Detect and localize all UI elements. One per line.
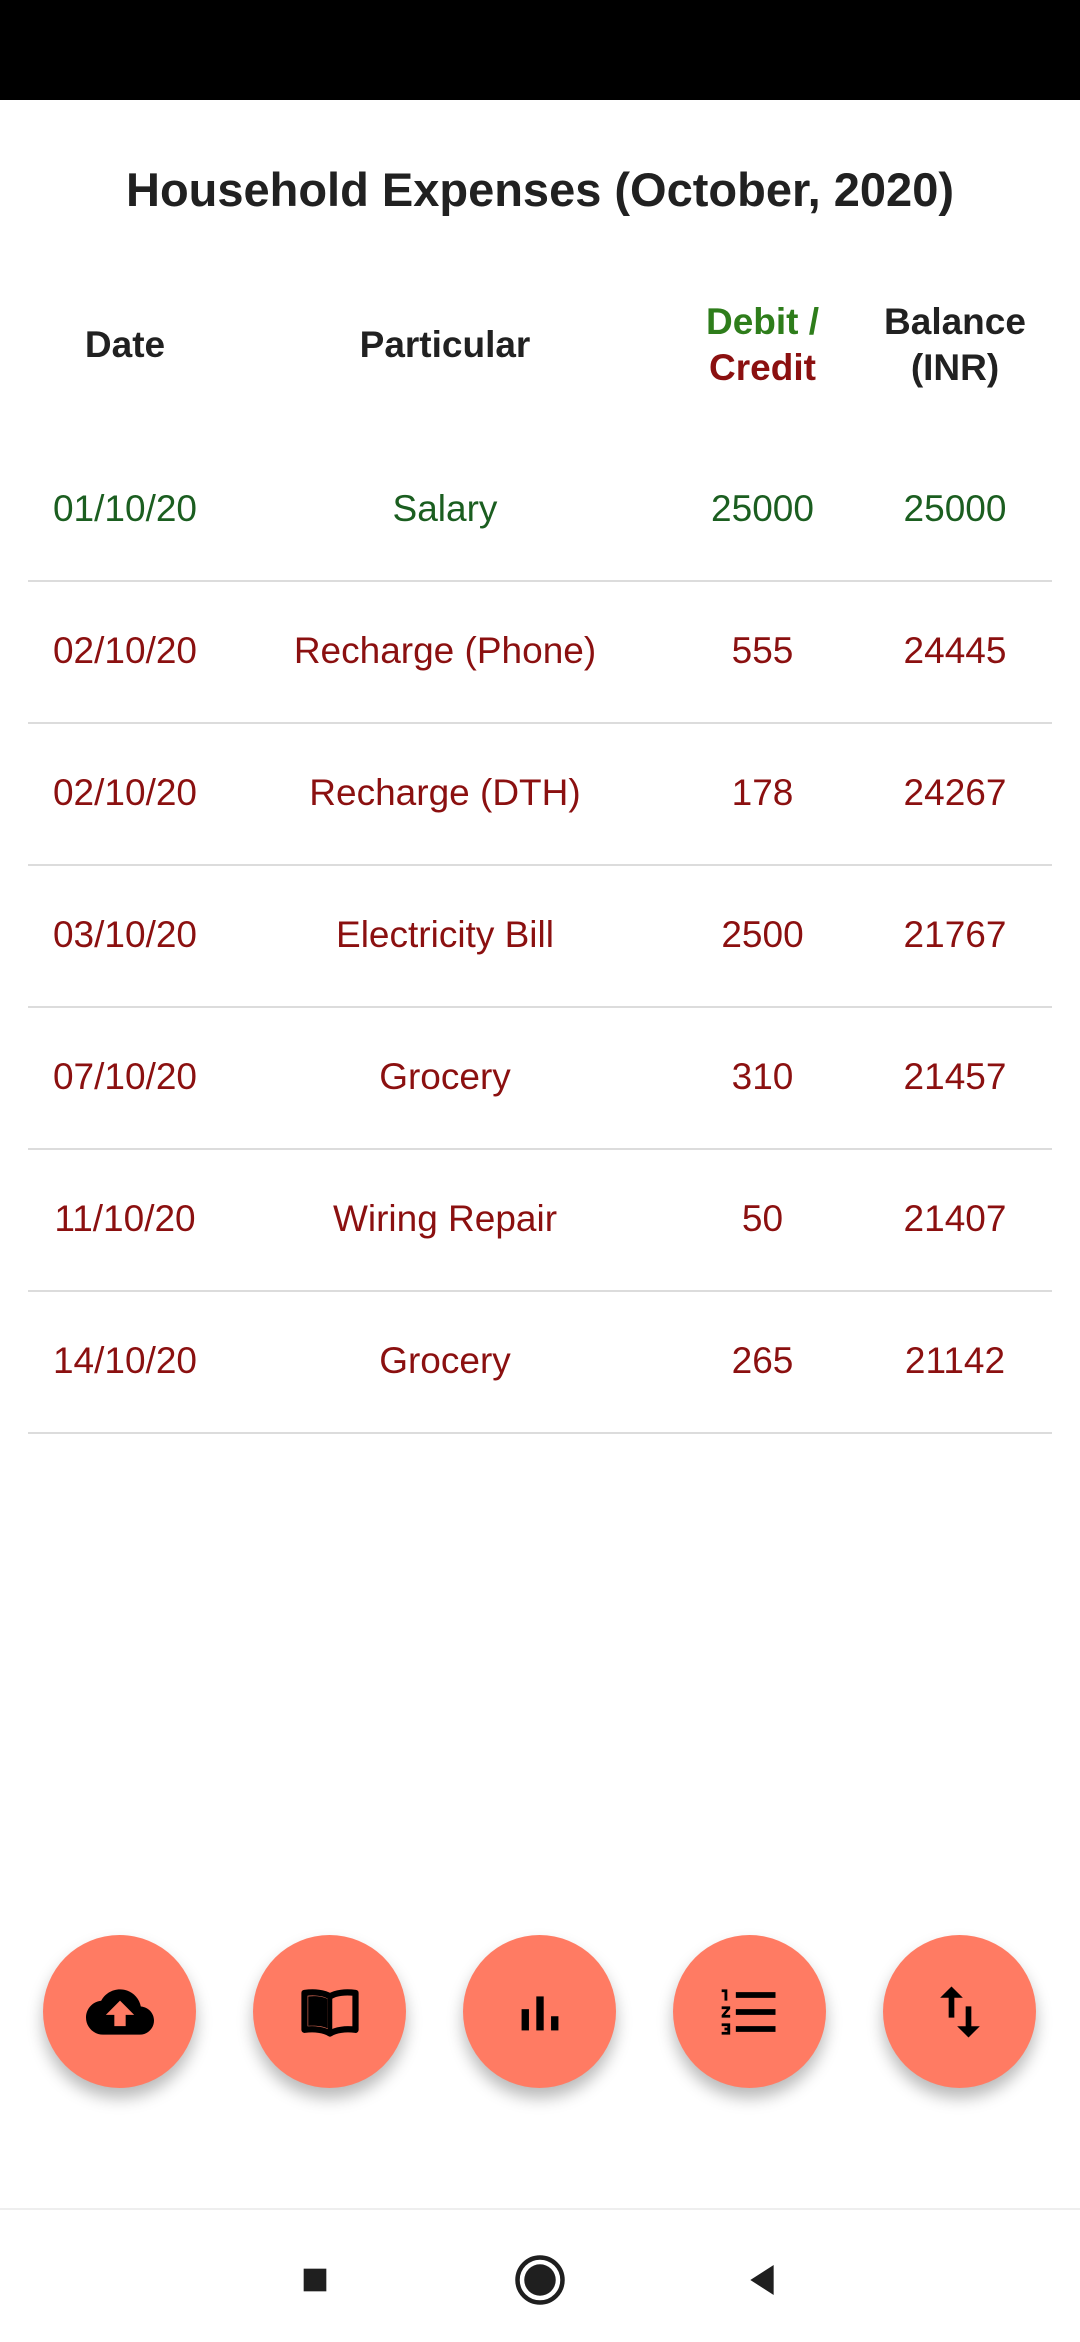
- row-date: 01/10/20: [52, 488, 198, 529]
- row-date: 02/10/20: [52, 772, 198, 813]
- row-particular: Recharge (DTH): [309, 772, 581, 813]
- table-row[interactable]: 02/10/20 Recharge (Phone) 555 24445: [28, 582, 1052, 724]
- table-row[interactable]: 02/10/20 Recharge (DTH) 178 24267: [28, 724, 1052, 866]
- home-circle-icon: [515, 2255, 565, 2305]
- table-row[interactable]: 01/10/20 Salary 25000 25000: [28, 440, 1052, 582]
- table-header: Date Particular Debit / Credit Balance (…: [0, 295, 1080, 395]
- header-credit: Credit: [709, 347, 816, 388]
- row-particular: Wiring Repair: [332, 1198, 558, 1239]
- row-amount: 265: [731, 1340, 794, 1381]
- row-amount: 310: [731, 1056, 794, 1097]
- row-particular: Recharge (Phone): [293, 630, 597, 671]
- row-date: 07/10/20: [52, 1056, 198, 1097]
- action-bar: [0, 1935, 1080, 2090]
- status-bar: [0, 0, 1080, 100]
- list-button[interactable]: [673, 1935, 826, 2088]
- transaction-list: 01/10/20 Salary 25000 25000 02/10/20 Rec…: [28, 440, 1052, 1434]
- row-amount: 50: [741, 1198, 784, 1239]
- back-button[interactable]: [732, 2250, 792, 2310]
- row-balance: 25000: [903, 488, 1007, 529]
- cloud-upload-icon: [85, 1988, 154, 2035]
- row-balance: 21407: [903, 1198, 1007, 1239]
- table-row[interactable]: 03/10/20 Electricity Bill 2500 21767: [28, 866, 1052, 1008]
- row-particular: Salary: [392, 488, 498, 529]
- recents-button[interactable]: [285, 2250, 345, 2310]
- header-balance-line1: Balance: [884, 301, 1026, 342]
- row-amount: 178: [731, 772, 794, 813]
- row-balance: 21142: [904, 1340, 1006, 1381]
- table-row[interactable]: 14/10/20 Grocery 265 21142: [28, 1292, 1052, 1434]
- upload-button[interactable]: [43, 1935, 196, 2088]
- row-date: 03/10/20: [52, 914, 198, 955]
- row-particular: Electricity Bill: [336, 914, 554, 955]
- header-date: Date: [84, 324, 166, 365]
- header-balance-line2: (INR): [910, 347, 1000, 388]
- header-particular: Particular: [359, 324, 531, 365]
- recents-square-icon: [303, 2268, 327, 2292]
- row-particular: Grocery: [379, 1056, 511, 1097]
- row-balance: 24267: [903, 772, 1007, 813]
- book-icon: [300, 1988, 359, 2037]
- back-triangle-icon: [750, 2265, 774, 2295]
- header-balance: Balance (INR): [860, 299, 1050, 391]
- system-nav-bar: [0, 2208, 1080, 2342]
- sort-arrows-icon: [939, 1986, 980, 2037]
- sort-button[interactable]: [883, 1935, 1036, 2088]
- row-date: 14/10/20: [52, 1340, 198, 1381]
- row-date: 02/10/20: [52, 630, 198, 671]
- chart-button[interactable]: [463, 1935, 616, 2088]
- row-balance: 24445: [903, 630, 1007, 671]
- row-balance: 21767: [903, 914, 1007, 955]
- page-title: Household Expenses (October, 2020): [126, 163, 954, 216]
- numbered-list-icon: [721, 1988, 775, 2035]
- row-date: 11/10/20: [54, 1198, 196, 1239]
- row-amount: 2500: [721, 914, 804, 955]
- row-amount: 25000: [711, 488, 814, 529]
- bar-chart-icon: [521, 1995, 558, 2030]
- ledger-button[interactable]: [253, 1935, 406, 2088]
- row-balance: 21457: [903, 1056, 1007, 1097]
- table-row[interactable]: 11/10/20 Wiring Repair 50 21407: [28, 1150, 1052, 1292]
- header-debit: Debit /: [705, 301, 820, 342]
- row-amount: 555: [731, 630, 794, 671]
- row-particular: Grocery: [379, 1340, 511, 1381]
- header-debit-credit: Debit / Credit: [660, 299, 865, 391]
- table-row[interactable]: 07/10/20 Grocery 310 21457: [28, 1008, 1052, 1150]
- home-button[interactable]: [510, 2250, 570, 2310]
